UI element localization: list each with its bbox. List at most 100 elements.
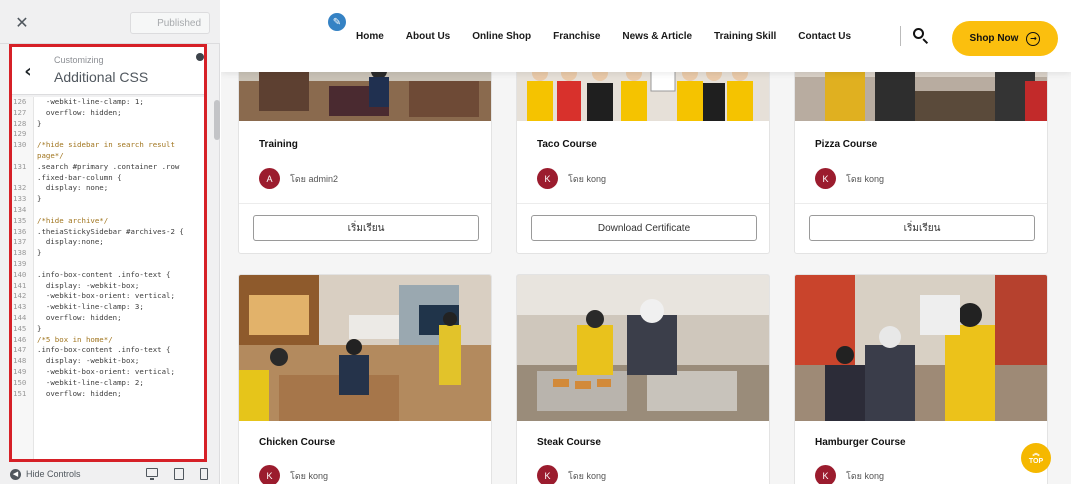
desktop-preview-icon[interactable]: [146, 468, 158, 480]
search-icon[interactable]: [913, 28, 929, 45]
code-line[interactable]: 141 display: -webkit-box;: [12, 281, 204, 292]
code-line[interactable]: 137 display:none;: [12, 237, 204, 248]
line-number: 132: [13, 183, 27, 193]
hamburger-course-photo: [795, 275, 1047, 421]
course-card[interactable]: Taco Course K โดย kong Download Certific…: [516, 40, 770, 254]
code-line[interactable]: 129: [12, 129, 204, 140]
code-line[interactable]: 145}: [12, 324, 204, 335]
nav-contact-us[interactable]: Contact Us: [798, 31, 851, 42]
code-line[interactable]: 131 .search #primary .container .row: [12, 162, 204, 173]
line-number: 126: [13, 97, 27, 106]
code-line[interactable]: 134: [12, 205, 204, 216]
line-number: [12, 151, 34, 162]
author-name: โดย kong: [290, 470, 328, 481]
code-text: -webkit-line-clamp: 2;: [37, 377, 144, 387]
code-line[interactable]: 151 overflow: hidden;: [12, 389, 204, 400]
code-line[interactable]: 144 overflow: hidden;: [12, 313, 204, 324]
line-number: 134: [13, 204, 27, 214]
hide-controls-button[interactable]: ◀ Hide Controls: [10, 468, 81, 480]
code-text: }: [37, 194, 42, 204]
code-line[interactable]: 126 -webkit-line-clamp: 1;: [12, 97, 204, 108]
code-line[interactable]: 128}: [12, 119, 204, 130]
line-number: 146: [13, 334, 27, 344]
card-author: K โดย kong: [815, 168, 884, 189]
line-number: 137: [13, 237, 27, 247]
back-to-top-label: TOP: [1028, 458, 1044, 465]
avatar: A: [259, 168, 280, 189]
double-chevron-up-icon: ︽: [1032, 450, 1040, 457]
course-card[interactable]: Steak Course K โดย kong: [516, 274, 770, 484]
code-line[interactable]: 148 display: -webkit-box;: [12, 356, 204, 367]
code-text: overflow: hidden;: [37, 312, 122, 322]
device-preview-toggles: [146, 468, 208, 480]
author-name: โดย kong: [846, 173, 884, 184]
back-to-top-button[interactable]: ︽ TOP: [1021, 443, 1051, 473]
code-line[interactable]: 142 -webkit-box-orient: vertical;: [12, 291, 204, 302]
mobile-preview-icon[interactable]: [200, 468, 208, 480]
code-text: overflow: hidden;: [37, 388, 122, 398]
tablet-preview-icon[interactable]: [174, 468, 184, 480]
code-line[interactable]: page*/: [12, 151, 204, 162]
line-number: 135: [13, 215, 27, 225]
main-nav: Home About Us Online Shop Franchise News…: [356, 31, 873, 42]
start-learning-button[interactable]: เริ่มเรียน: [253, 215, 479, 241]
code-line[interactable]: 135 /*hide archive*/: [12, 216, 204, 227]
code-line[interactable]: 140 .info-box-content .info-text {: [12, 270, 204, 281]
code-line[interactable]: 143 -webkit-line-clamp: 3;: [12, 302, 204, 313]
code-line[interactable]: 132 display: none;: [12, 183, 204, 194]
help-icon[interactable]: [196, 53, 204, 61]
code-line[interactable]: .fixed-bar-column {: [12, 173, 204, 184]
shop-now-button[interactable]: Shop Now →: [952, 21, 1058, 56]
css-code-editor[interactable]: 126 -webkit-line-clamp: 1; 127 overflow: …: [12, 97, 204, 459]
site-header: ✎ Home About Us Online Shop Franchise Ne…: [221, 0, 1071, 72]
code-text: .fixed-bar-column {: [37, 172, 122, 182]
code-line[interactable]: 150 -webkit-line-clamp: 2;: [12, 378, 204, 389]
start-learning-button[interactable]: เริ่มเรียน: [809, 215, 1035, 241]
scrollbar[interactable]: [214, 100, 220, 140]
code-text: /*5 box in home*/: [37, 334, 113, 344]
code-line[interactable]: 149 -webkit-box-orient: vertical;: [12, 367, 204, 378]
line-number: 144: [13, 312, 27, 322]
back-arrow-icon[interactable]: ‹: [12, 47, 44, 95]
code-line[interactable]: 130 /*hide sidebar in search result: [12, 140, 204, 151]
edit-shortcut-icon[interactable]: ✎: [328, 13, 346, 31]
code-text: }: [37, 118, 42, 128]
publish-button[interactable]: Published: [130, 12, 210, 34]
code-line[interactable]: 146 /*5 box in home*/: [12, 335, 204, 346]
nav-franchise[interactable]: Franchise: [553, 31, 600, 42]
code-line[interactable]: 139: [12, 259, 204, 270]
code-line[interactable]: 133}: [12, 194, 204, 205]
course-card[interactable]: Chicken Course K โดย kong: [238, 274, 492, 484]
code-line[interactable]: 136 .theiaStickySidebar #archives-2 {: [12, 227, 204, 238]
card-divider: [239, 203, 491, 204]
customizer-header: ✕ Published: [0, 0, 220, 44]
code-text: }: [37, 248, 42, 258]
code-text: -webkit-line-clamp: 1;: [37, 97, 144, 106]
card-divider: [795, 203, 1047, 204]
breadcrumb: Customizing: [54, 55, 104, 65]
code-line[interactable]: 127 overflow: hidden;: [12, 108, 204, 119]
code-line[interactable]: 138}: [12, 248, 204, 259]
nav-news-article[interactable]: News & Article: [622, 31, 692, 42]
nav-about-us[interactable]: About Us: [406, 31, 450, 42]
nav-divider: [900, 26, 901, 46]
card-title: Pizza Course: [815, 139, 878, 150]
nav-online-shop[interactable]: Online Shop: [472, 31, 531, 42]
panel-header: ‹ Customizing Additional CSS: [12, 47, 204, 95]
course-card[interactable]: Training A โดย admin2 เริ่มเรียน: [238, 40, 492, 254]
course-card[interactable]: Pizza Course K โดย kong เริ่มเรียน: [794, 40, 1048, 254]
code-text: -webkit-box-orient: vertical;: [37, 366, 175, 376]
code-text: .info-box-content .info-text {: [37, 269, 171, 279]
download-certificate-button[interactable]: Download Certificate: [531, 215, 757, 241]
nav-training-skill[interactable]: Training Skill: [714, 31, 776, 42]
line-number: 133: [13, 194, 27, 204]
line-number: 148: [13, 356, 27, 366]
avatar: K: [259, 465, 280, 484]
shop-now-label: Shop Now: [969, 33, 1019, 44]
close-icon[interactable]: ✕: [0, 0, 44, 44]
code-line[interactable]: 147 .info-box-content .info-text {: [12, 345, 204, 356]
course-card[interactable]: Hamburger Course K โดย kong: [794, 274, 1048, 484]
nav-home[interactable]: Home: [356, 31, 384, 42]
